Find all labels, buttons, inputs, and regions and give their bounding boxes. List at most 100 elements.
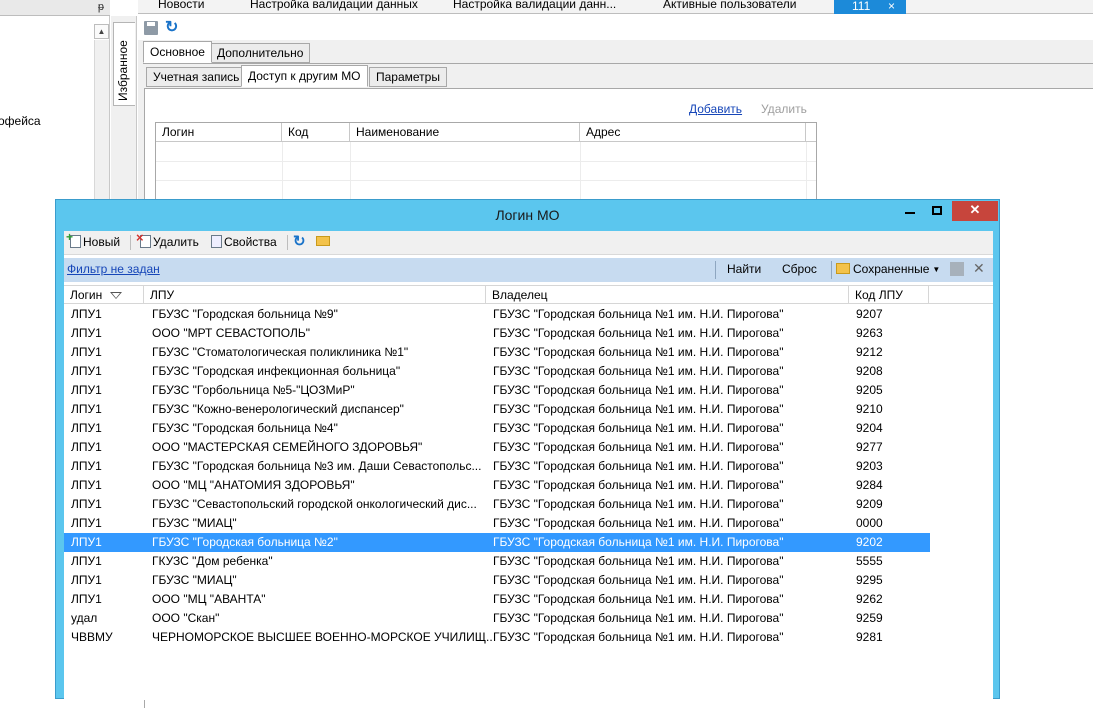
tab-access[interactable]: Доступ к другим МО (241, 65, 368, 87)
save-icon[interactable] (144, 21, 158, 35)
find-button[interactable]: Найти (727, 262, 761, 276)
cell-owner: ГБУЗС "Городская больница №1 им. Н.И. Пи… (493, 592, 784, 606)
table-row[interactable]: ЛПУ1 ГБУЗС "Городская больница №4" ГБУЗС "… (64, 419, 930, 438)
table-row[interactable]: ЛПУ1 ГБУЗС "Городская больница №2" ГБУЗС "… (64, 533, 930, 552)
table-row[interactable]: ЛПУ1 ГБУЗС "МИАЦ" ГБУЗС "Городская больниц… (64, 571, 930, 590)
cell-code: 5555 (856, 554, 883, 568)
refresh-icon[interactable]: ↻ (165, 17, 178, 37)
new-button[interactable]: Новый (66, 230, 120, 249)
table-row[interactable]: ЛПУ1 ГБУЗС "Севастопольский городской онк… (64, 495, 930, 514)
tab-main[interactable]: Основное (143, 41, 212, 63)
cell-login: ЛПУ1 (71, 383, 102, 397)
col-login-label: Логин (70, 288, 103, 302)
chevron-down-icon: ▼ (932, 265, 941, 274)
tab-extra[interactable]: Дополнительно (210, 43, 311, 63)
cell-login: ЛПУ1 (71, 554, 102, 568)
access-col-code[interactable]: Код (282, 123, 350, 142)
table-row[interactable]: ЛПУ1 ГБУЗС "Стоматологическая поликлиника… (64, 343, 930, 362)
access-grid: Логин Код Наименование Адрес (155, 122, 817, 200)
cell-owner: ГБУЗС "Городская больница №1 им. Н.И. Пи… (493, 402, 784, 416)
scroll-up-button[interactable]: ▲ (94, 24, 109, 39)
reset-button[interactable]: Сброс (782, 262, 817, 276)
filter-link[interactable]: Фильтр не задан (67, 262, 160, 276)
doc-tab-current[interactable]: 111 × (834, 0, 906, 14)
dialog-body: Новый Удалить Свойства ↻ Фильтр не задан… (64, 230, 993, 700)
pin-icon[interactable]: ᵽ (98, 1, 104, 13)
table-row[interactable]: ЛПУ1 ООО "МЦ "АНАТОМИЯ ЗДОРОВЬЯ" ГБУЗС "Го… (64, 476, 930, 495)
cell-owner: ГБУЗС "Городская больница №1 им. Н.И. Пи… (493, 554, 784, 568)
cell-lpu: ГБУЗС "МИАЦ" (152, 573, 237, 587)
properties-button[interactable]: Свойства (211, 235, 277, 249)
refresh-icon[interactable]: ↻ (293, 232, 306, 250)
cell-owner: ГБУЗС "Городская больница №1 им. Н.И. Пи… (493, 421, 784, 435)
cell-login: ЛПУ1 (71, 326, 102, 340)
doc-tab-active-users[interactable]: Активные пользователи (663, 0, 796, 11)
cell-lpu: ГБУЗС "Севастопольский городской онколог… (152, 497, 477, 511)
close-button[interactable]: ✕ (952, 201, 998, 221)
properties-label: Свойства (224, 235, 277, 249)
left-panel-header: ᵽ (0, 0, 110, 16)
cell-code: 9204 (856, 421, 883, 435)
table-row[interactable]: ЛПУ1 ГБУЗС "Городская инфекционная больни… (64, 362, 930, 381)
cell-lpu: ГБУЗС "Городская больница №3 им. Даши Се… (152, 459, 482, 473)
cell-owner: ГБУЗС "Городская больница №1 им. Н.И. Пи… (493, 611, 784, 625)
table-row[interactable]: ЛПУ1 ООО "МРТ СЕВАСТОПОЛЬ" ГБУЗС "Городска… (64, 324, 930, 343)
doc-tab-news[interactable]: Новости (158, 0, 204, 11)
cell-lpu: ГБУЗС "МИАЦ" (152, 516, 237, 530)
maximize-button[interactable] (924, 201, 949, 221)
left-tree-item[interactable]: офейса (0, 114, 41, 128)
table-row[interactable]: ЛПУ1 ГБУЗС "Кожно-венерологический диспан… (64, 400, 930, 419)
cell-login: ЛПУ1 (71, 459, 102, 473)
table-row[interactable]: удал ООО "Скан" ГБУЗС "Городская больница … (64, 609, 930, 628)
saved-filters-label: Сохраненные (853, 262, 930, 276)
close-icon: ✕ (969, 202, 981, 217)
close-icon[interactable]: × (888, 0, 895, 12)
col-owner[interactable]: Владелец (486, 286, 849, 304)
cell-login: ЛПУ1 (71, 592, 102, 606)
cell-code: 9295 (856, 573, 883, 587)
table-row[interactable]: ЛПУ1 ООО "МЦ "АВАНТА" ГБУЗС "Городская бол… (64, 590, 930, 609)
dialog-title[interactable]: Логин МО (56, 200, 999, 231)
clear-filter-icon[interactable]: ✕ (973, 260, 985, 277)
cell-login: ЛПУ1 (71, 421, 102, 435)
doc-tab-current-label: 111 (852, 0, 871, 13)
cell-owner: ГБУЗС "Городская больница №1 им. Н.И. Пи… (493, 440, 784, 454)
delete-link[interactable]: Удалить (761, 102, 807, 116)
col-lpu[interactable]: ЛПУ (144, 286, 486, 304)
table-row[interactable]: ЛПУ1 ООО "МАСТЕРСКАЯ СЕМЕЙНОГО ЗДОРОВЬЯ" Г… (64, 438, 930, 457)
cell-lpu: ООО "МРТ СЕВАСТОПОЛЬ" (152, 326, 310, 340)
table-row[interactable]: ЛПУ1 ГБУЗС "Горбольница №5-"ЦОЗМиР" ГБУЗС … (64, 381, 930, 400)
tab-params[interactable]: Параметры (369, 67, 447, 87)
cell-code: 9210 (856, 402, 883, 416)
table-row[interactable]: ЛПУ1 ГБУЗС "Городская больница №9" ГБУЗС "… (64, 305, 930, 324)
doc-tab-validation[interactable]: Настройка валидации данных (250, 0, 418, 11)
access-col-address[interactable]: Адрес (580, 123, 806, 142)
cell-lpu: ООО "Скан" (152, 611, 220, 625)
minimize-button[interactable] (897, 201, 922, 221)
access-col-login[interactable]: Логин (156, 123, 282, 142)
col-code[interactable]: Код ЛПУ (849, 286, 929, 304)
doc-tab-validation-2[interactable]: Настройка валидации данн... (453, 0, 616, 11)
saved-filters-icon (836, 263, 850, 274)
save-filter-icon[interactable] (950, 262, 964, 276)
cell-lpu: ГБУЗС "Городская больница №2" (152, 535, 338, 549)
delete-button[interactable]: Удалить (136, 230, 199, 249)
folder-icon[interactable] (316, 236, 330, 246)
add-link[interactable]: Добавить (689, 102, 742, 116)
cell-login: ЛПУ1 (71, 573, 102, 587)
cell-login: удал (71, 611, 98, 625)
favorites-tab[interactable]: Избранное (113, 22, 135, 106)
table-row[interactable]: ЧВВМУ ЧЕРНОМОРСКОЕ ВЫСШЕЕ ВОЕННО-МОРСКОЕ … (64, 628, 930, 647)
cell-lpu: ГБУЗС "Городская больница №4" (152, 421, 338, 435)
saved-filters-dropdown[interactable]: Сохраненные ▼ (836, 262, 940, 276)
cell-lpu: ГБУЗС "Городская больница №9" (152, 307, 338, 321)
cell-code: 0000 (856, 516, 883, 530)
cell-owner: ГБУЗС "Городская больница №1 им. Н.И. Пи… (493, 516, 784, 530)
table-row[interactable]: ЛПУ1 ГКУЗС "Дом ребенка" ГБУЗС "Городская … (64, 552, 930, 571)
filter-bar: Фильтр не задан Найти Сброс Сохраненные ▼… (64, 254, 993, 285)
table-row[interactable]: ЛПУ1 ГБУЗС "МИАЦ" ГБУЗС "Городская больниц… (64, 514, 930, 533)
col-login[interactable]: Логин (64, 286, 144, 304)
access-col-name[interactable]: Наименование (350, 123, 580, 142)
tab-account[interactable]: Учетная запись (146, 67, 247, 87)
table-row[interactable]: ЛПУ1 ГБУЗС "Городская больница №3 им. Даш… (64, 457, 930, 476)
